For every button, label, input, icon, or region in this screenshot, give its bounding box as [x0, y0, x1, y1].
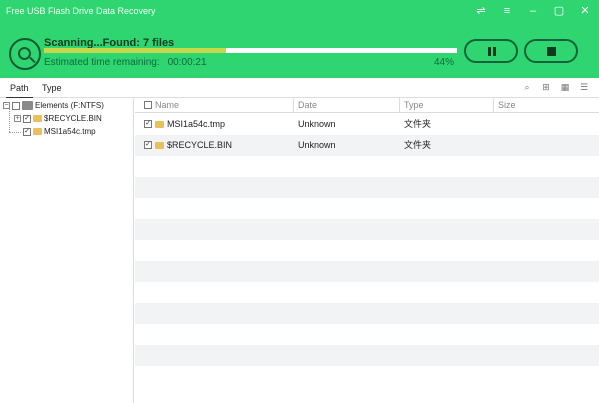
- cell-name: MSI1a54c.tmp: [167, 119, 226, 129]
- app-title: Free USB Flash Drive Data Recovery: [6, 6, 156, 16]
- close-icon[interactable]: ✕: [579, 5, 591, 17]
- scan-progress-bar: [44, 48, 457, 53]
- collapse-icon[interactable]: −: [3, 102, 10, 110]
- cell-name: $RECYCLE.BIN: [167, 140, 233, 150]
- expand-icon[interactable]: +: [14, 115, 21, 123]
- pause-icon: [488, 47, 496, 56]
- select-all-checkbox[interactable]: [144, 101, 152, 109]
- empty-row: [135, 324, 599, 345]
- empty-row: [135, 366, 599, 387]
- view-toolbar: Path Type ⌕ ⊞ ▦ ☰: [0, 78, 599, 98]
- tree-item-msi-tmp[interactable]: ✓ MSI1a54c.tmp: [23, 126, 96, 138]
- menu-icon[interactable]: ≡: [501, 5, 513, 17]
- tree-recycle-label: $RECYCLE.BIN: [44, 114, 102, 123]
- folder-icon: [155, 121, 164, 128]
- search-icon[interactable]: ⌕: [522, 82, 532, 92]
- view-icons: ⌕ ⊞ ▦ ☰: [522, 82, 589, 92]
- col-size[interactable]: Size: [498, 100, 516, 110]
- empty-row: [135, 219, 599, 240]
- tab-type[interactable]: Type: [42, 83, 62, 93]
- header-bar: Free USB Flash Drive Data Recovery ⇌ ≡ –…: [0, 0, 599, 78]
- eta-label: Estimated time remaining:: [44, 57, 160, 68]
- scan-magnifier-icon: [9, 38, 41, 70]
- scan-percent: 44%: [434, 57, 455, 68]
- col-type[interactable]: Type: [404, 100, 424, 110]
- empty-row: [135, 345, 599, 366]
- scan-progress-fill: [44, 48, 226, 53]
- cell-date: Unknown: [298, 119, 336, 129]
- folder-icon: [33, 115, 42, 123]
- tree-root-label: Elements (F:NTFS): [35, 101, 104, 110]
- window-controls: ⇌ ≡ – ▢ ✕: [475, 5, 591, 17]
- empty-row: [135, 156, 599, 177]
- grid-view-icon[interactable]: ▦: [560, 82, 570, 92]
- pin-icon[interactable]: ⇌: [475, 5, 487, 17]
- cell-type: 文件夹: [404, 119, 432, 129]
- tab-path[interactable]: Path: [6, 83, 32, 98]
- folder-icon: [155, 142, 164, 149]
- file-list: Name Date Type Size ✓ MSI1a54c.tmp Unkno…: [135, 98, 599, 403]
- folder-icon: [33, 128, 42, 136]
- stop-icon: [547, 47, 556, 56]
- empty-row: [135, 282, 599, 303]
- cell-type: 文件夹: [404, 140, 432, 150]
- tree-item-recycle-bin[interactable]: + ✓ $RECYCLE.BIN: [14, 113, 102, 125]
- tree-item-root[interactable]: − Elements (F:NTFS): [3, 100, 104, 112]
- empty-row: [135, 240, 599, 261]
- drive-icon: [22, 101, 33, 111]
- folder-tree: − Elements (F:NTFS) + ✓ $RECYCLE.BIN ✓ MSI1a…: [0, 98, 134, 403]
- minimize-icon[interactable]: –: [527, 5, 539, 17]
- tree-msi-label: MSI1a54c.tmp: [44, 127, 96, 136]
- empty-row: [135, 198, 599, 219]
- row-checkbox[interactable]: ✓: [144, 141, 152, 149]
- thumbnail-view-icon[interactable]: ⊞: [541, 82, 551, 92]
- empty-row: [135, 177, 599, 198]
- eta-value: 00:00:21: [167, 57, 207, 68]
- tree-root-checkbox[interactable]: [12, 101, 20, 110]
- list-header: Name Date Type Size: [135, 98, 599, 113]
- stop-button[interactable]: [524, 39, 578, 63]
- empty-row: [135, 303, 599, 324]
- table-row[interactable]: ✓ $RECYCLE.BIN Unknown 文件夹: [135, 135, 599, 156]
- cell-date: Unknown: [298, 140, 336, 150]
- list-view-icon[interactable]: ☰: [579, 82, 589, 92]
- tree-recycle-checkbox[interactable]: ✓: [23, 114, 31, 123]
- eta-text: Estimated time remaining: 00:00:21: [44, 57, 207, 68]
- empty-row: [135, 261, 599, 282]
- tree-msi-checkbox[interactable]: ✓: [23, 127, 31, 136]
- col-name[interactable]: Name: [155, 100, 179, 110]
- table-row[interactable]: ✓ MSI1a54c.tmp Unknown 文件夹: [135, 114, 599, 135]
- pause-button[interactable]: [464, 39, 518, 63]
- col-date[interactable]: Date: [298, 100, 317, 110]
- maximize-icon[interactable]: ▢: [553, 5, 565, 17]
- row-checkbox[interactable]: ✓: [144, 120, 152, 128]
